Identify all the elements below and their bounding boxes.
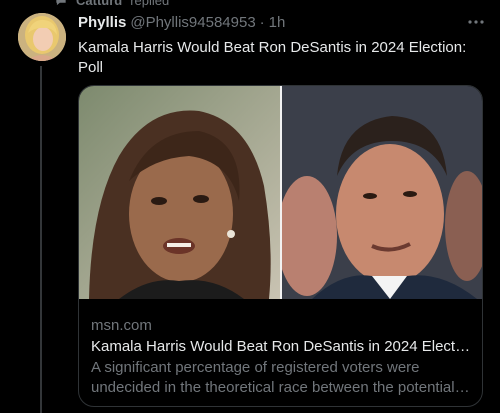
more-icon (468, 20, 484, 24)
card-title: Kamala Harris Would Beat Ron DeSantis in… (91, 338, 471, 355)
photo-harris (79, 86, 280, 299)
card-description-line-2: undecided in the theoretical race betwee… (91, 379, 473, 396)
context-user[interactable]: Catturd (76, 0, 122, 8)
context-action: replied (130, 0, 170, 8)
tweet-frame: Catturd replied Phyllis @Phyllis94584953… (0, 0, 500, 413)
display-name[interactable]: Phyllis (78, 14, 126, 32)
tweet-text: Kamala Harris Would Beat Ron DeSantis in… (78, 39, 467, 76)
card-description: A significant percentage of registered v… (91, 358, 473, 398)
reply-icon (56, 0, 66, 5)
card-domain: msn.com (91, 317, 152, 334)
card-description-line-1: A significant percentage of registered v… (91, 359, 420, 376)
timestamp[interactable]: 1h (269, 14, 286, 32)
link-preview-card[interactable]: msn.com Kamala Harris Would Beat Ron DeS… (78, 85, 483, 407)
thread-line (40, 66, 42, 413)
more-options-button[interactable] (466, 12, 486, 32)
tweet-header: Phyllis @Phyllis94584953 · 1h (78, 14, 486, 32)
photo-desantis (282, 86, 482, 299)
avatar[interactable] (18, 13, 66, 61)
user-handle[interactable]: @Phyllis94584953 (130, 14, 255, 32)
avatar-image (18, 13, 66, 61)
card-image[interactable] (79, 86, 482, 299)
replied-context[interactable]: Catturd replied (54, 0, 169, 8)
separator-dot: · (259, 14, 265, 31)
